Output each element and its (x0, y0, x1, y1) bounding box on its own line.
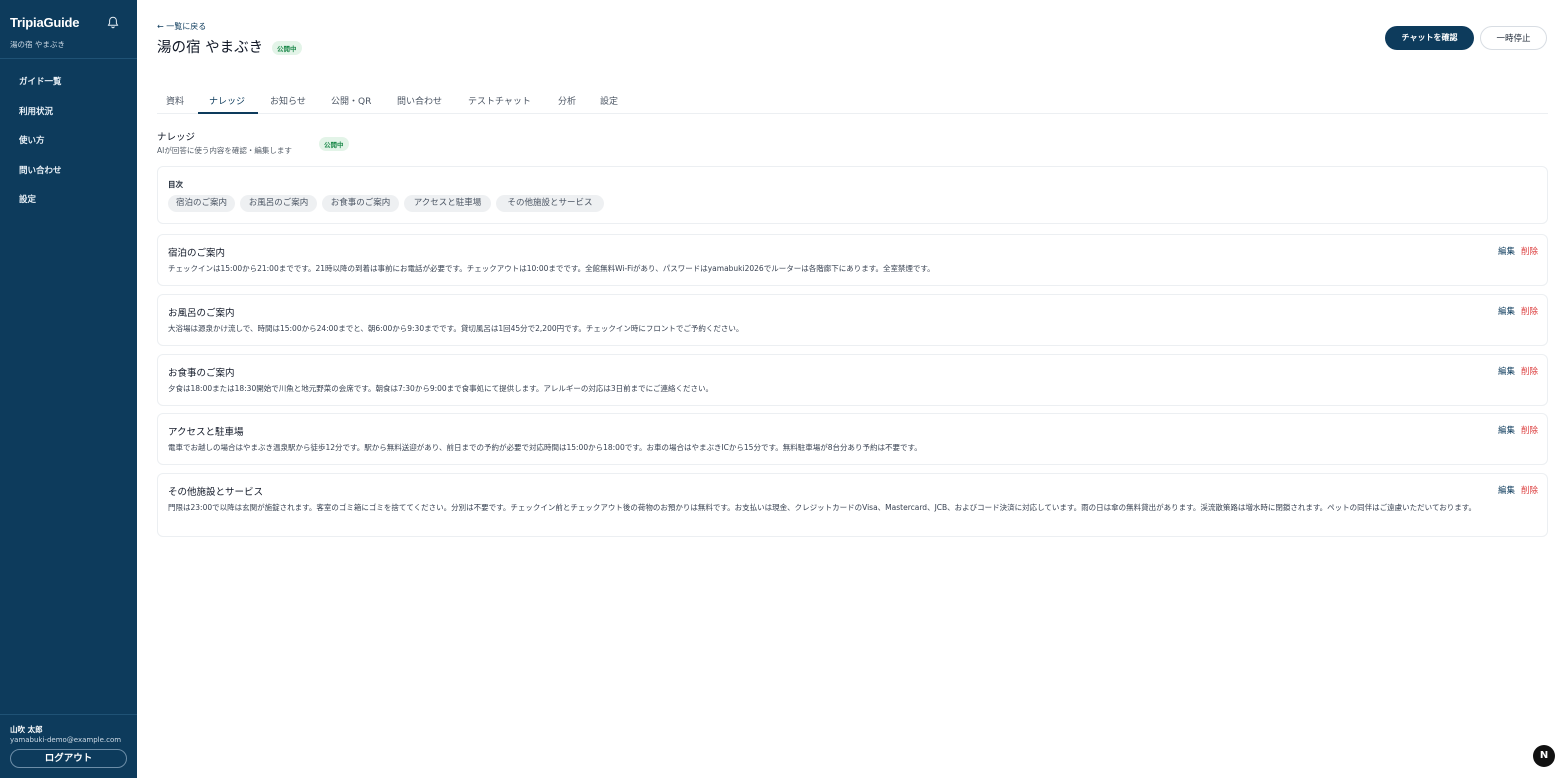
table-of-contents: 目次 宿泊のご案内 お風呂のご案内 お食事のご案内 アクセスと駐車場 その他施設… (157, 166, 1548, 224)
sidebar-item-guides[interactable]: ガイド一覧 (19, 76, 62, 106)
tab-analytics[interactable]: 分析 (558, 94, 576, 107)
sidebar-item-settings[interactable]: 設定 (19, 194, 62, 224)
edit-button[interactable]: 編集 (1498, 307, 1515, 317)
tab-documents[interactable]: 資料 (166, 94, 184, 107)
card-title: お食事のご案内 (168, 368, 235, 379)
card-actions: 編集 削除 (1498, 365, 1538, 377)
toc-chip[interactable]: アクセスと駐車場 (404, 195, 491, 212)
sidebar-item-usage[interactable]: 利用状況 (19, 106, 62, 136)
tab-settings[interactable]: 設定 (600, 94, 618, 107)
delete-button[interactable]: 削除 (1521, 486, 1538, 496)
knowledge-card: 宿泊のご案内 編集 削除 チェックインは15:00から21:00までです。21時以… (157, 234, 1548, 286)
sidebar-item-contact[interactable]: 問い合わせ (19, 165, 62, 195)
logout-button[interactable]: ログアウト (10, 749, 127, 768)
back-link[interactable]: ← 一覧に戻る (157, 21, 206, 32)
card-title: その他施設とサービス (168, 487, 264, 498)
facility-name: 湯の宿 やまぶき (10, 40, 65, 49)
tab-publish-qr[interactable]: 公開・QR (331, 94, 371, 107)
delete-button[interactable]: 削除 (1521, 367, 1538, 377)
card-title: 宿泊のご案内 (168, 248, 226, 259)
tab-knowledge[interactable]: ナレッジ (209, 94, 245, 107)
user-email: yamabuki-demo@example.com (10, 736, 122, 744)
delete-button[interactable]: 削除 (1521, 247, 1538, 257)
user-name: 山吹 太郎 (10, 725, 43, 734)
card-body: 夕食は18:00または18:30開始で川魚と地元野菜の会席です。朝食は7:30か… (168, 384, 714, 393)
edit-button[interactable]: 編集 (1498, 486, 1515, 496)
toc-chip[interactable]: 宿泊のご案内 (168, 195, 235, 212)
sidebar: TripiaGuide 湯の宿 やまぶき ガイド一覧 利用状況 使い方 問い合わ… (0, 0, 137, 778)
delete-button[interactable]: 削除 (1521, 307, 1538, 317)
toc-label: 目次 (168, 180, 183, 189)
card-actions: 編集 削除 (1498, 305, 1538, 317)
toc-chip[interactable]: お風呂のご案内 (240, 195, 317, 212)
tab-announcements[interactable]: お知らせ (270, 94, 306, 107)
status-badge: 公開中 (272, 41, 302, 55)
card-body: 大浴場は源泉かけ流しで、時間は15:00から24:00までと、朝6:00から9:… (168, 324, 744, 333)
card-actions: 編集 削除 (1498, 424, 1538, 436)
tab-bar: 資料 ナレッジ お知らせ 公開・QR 問い合わせ テストチャット 分析 設定 (157, 87, 1548, 114)
card-actions: 編集 削除 (1498, 245, 1538, 257)
view-chat-button[interactable]: チャットを確認 (1385, 26, 1474, 50)
delete-button[interactable]: 削除 (1521, 426, 1538, 436)
card-body: 門限は23:00で以降は玄関が施錠されます。客室のゴミ箱にゴミを捨ててください。… (168, 503, 1476, 512)
brand-logo[interactable]: TripiaGuide (10, 15, 80, 30)
knowledge-card: アクセスと駐車場 編集 削除 電車でお越しの場合はやまぶき温泉駅から徒歩12分です… (157, 413, 1548, 465)
card-body: チェックインは15:00から21:00までです。21時以降の到着は事前にお電話が… (168, 264, 935, 273)
knowledge-card: その他施設とサービス 編集 削除 門限は23:00で以降は玄関が施錠されます。客室… (157, 473, 1548, 537)
edit-button[interactable]: 編集 (1498, 426, 1515, 436)
toc-chip[interactable]: お食事のご案内 (322, 195, 399, 212)
card-title: アクセスと駐車場 (168, 427, 244, 438)
edit-button[interactable]: 編集 (1498, 247, 1515, 257)
knowledge-card: お食事のご案内 編集 削除 夕食は18:00または18:30開始で川魚と地元野菜の… (157, 354, 1548, 406)
edit-button[interactable]: 編集 (1498, 367, 1515, 377)
sidebar-divider (0, 714, 137, 715)
active-tab-indicator (198, 112, 258, 114)
pause-button[interactable]: 一時停止 (1480, 26, 1547, 50)
knowledge-card: お風呂のご案内 編集 削除 大浴場は源泉かけ流しで、時間は15:00から24:00… (157, 294, 1548, 346)
sidebar-nav: ガイド一覧 利用状況 使い方 問い合わせ 設定 (19, 76, 62, 224)
sidebar-divider (0, 58, 137, 59)
page-title: 湯の宿 やまぶき (157, 40, 264, 56)
toc-chip[interactable]: その他施設とサービス (496, 195, 604, 212)
tab-test-chat[interactable]: テストチャット (468, 94, 531, 107)
tab-inquiries[interactable]: 問い合わせ (397, 94, 442, 107)
section-description: AIが回答に使う内容を確認・編集します (157, 146, 292, 155)
section-title: ナレッジ (157, 132, 196, 143)
card-body: 電車でお越しの場合はやまぶき温泉駅から徒歩12分です。駅から無料送迎があり、前日… (168, 443, 922, 452)
card-actions: 編集 削除 (1498, 484, 1538, 496)
bell-icon[interactable] (107, 16, 119, 29)
section-status-badge: 公開中 (319, 137, 349, 151)
card-title: お風呂のご案内 (168, 308, 235, 319)
dev-tools-badge[interactable]: N (1533, 745, 1555, 767)
sidebar-item-howto[interactable]: 使い方 (19, 135, 62, 165)
